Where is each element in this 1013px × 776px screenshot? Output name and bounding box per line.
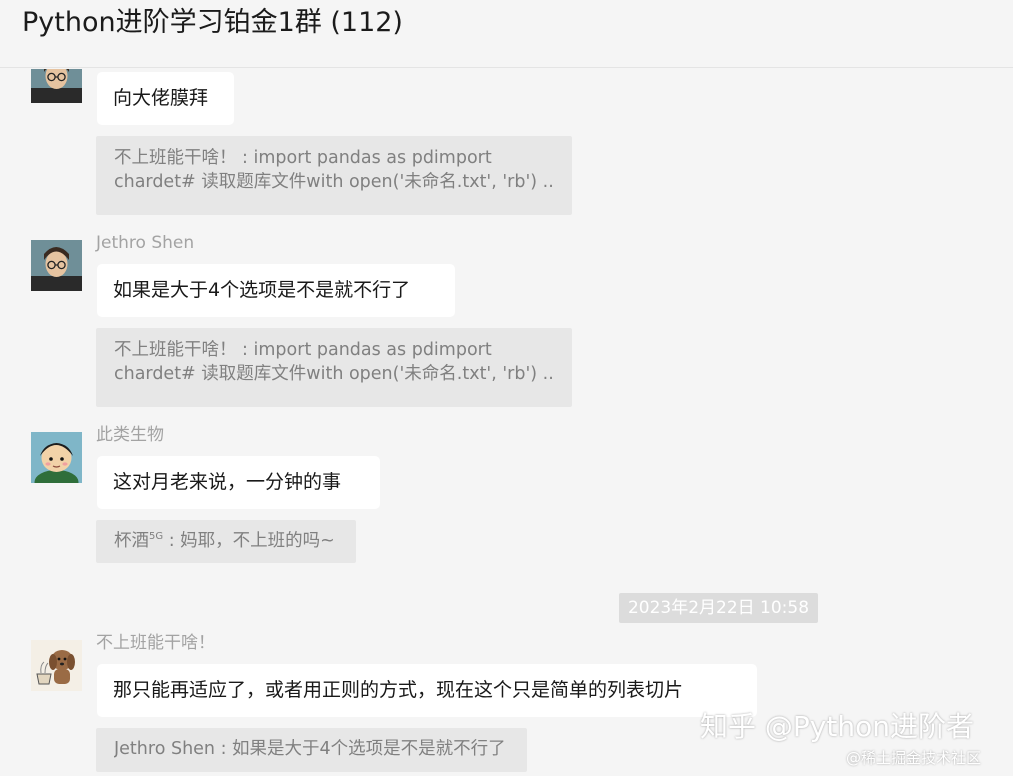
sender-name: 此类生物 — [96, 425, 164, 445]
quote-text: : 妈耶，不上班的吗~ — [163, 531, 335, 551]
quoted-message[interactable]: 杯酒5G : 妈耶，不上班的吗~ — [96, 520, 356, 563]
avatar[interactable] — [31, 640, 82, 691]
message-text: 如果是大于4个选项是不是就不行了 — [113, 279, 411, 301]
watermark-text: 知乎 @Python进阶者 — [700, 710, 974, 743]
quoted-message[interactable]: Jethro Shen : 如果是大于4个选项是不是就不行了 — [96, 728, 527, 772]
person-with-glasses-avatar — [31, 240, 82, 291]
chat-header: Python进阶学习铂金1群 (112) — [0, 0, 1013, 68]
quote-sender-superscript: 5G — [149, 531, 164, 543]
avatar[interactable] — [31, 432, 82, 483]
message-bubble[interactable]: 那只能再适应了，或者用正则的方式，现在这个只是简单的列表切片 — [97, 664, 757, 717]
dog-drawing-avatar — [31, 640, 82, 691]
cartoon-character-avatar — [31, 432, 82, 483]
message-bubble[interactable]: 这对月老来说，一分钟的事 — [97, 456, 380, 509]
quoted-message[interactable]: 不上班能干啥！ : import pandas as pdimport char… — [96, 328, 572, 407]
message-list[interactable]: 向大佬膜拜 不上班能干啥！ : import pandas as pdimpor… — [0, 69, 1013, 776]
quote-line: Jethro Shen : 如果是大于4个选项是不是就不行了 — [114, 739, 506, 759]
chat-title: Python进阶学习铂金1群 (112) — [22, 7, 403, 38]
quote-line: 不上班能干啥！ : import pandas as pdimport — [114, 148, 492, 168]
quote-line: chardet# 读取题库文件with open('未命名.txt', 'rb'… — [114, 364, 554, 384]
quoted-message[interactable]: 不上班能干啥！ : import pandas as pdimport char… — [96, 136, 572, 215]
watermark-subtext: @稀土掘金技术社区 — [846, 749, 982, 767]
quote-line: chardet# 读取题库文件with open('未命名.txt', 'rb'… — [114, 172, 554, 192]
person-with-glasses-avatar — [31, 69, 82, 103]
avatar[interactable] — [31, 69, 82, 103]
timestamp-divider: 2023年2月22日 10:58 — [619, 593, 818, 623]
message-bubble[interactable]: 向大佬膜拜 — [97, 72, 234, 125]
message-text: 那只能再适应了，或者用正则的方式，现在这个只是简单的列表切片 — [113, 679, 684, 701]
quote-sender: 杯酒 — [114, 531, 149, 551]
avatar[interactable] — [31, 240, 82, 291]
message-text: 向大佬膜拜 — [113, 87, 209, 109]
quote-line: 杯酒5G : 妈耶，不上班的吗~ — [114, 529, 338, 553]
quote-line: 不上班能干啥！ : import pandas as pdimport — [114, 340, 492, 360]
message-text: 这对月老来说，一分钟的事 — [113, 471, 342, 493]
message-bubble[interactable]: 如果是大于4个选项是不是就不行了 — [97, 264, 455, 317]
sender-name: 不上班能干啥！ — [96, 633, 215, 653]
sender-name: Jethro Shen — [96, 233, 195, 253]
